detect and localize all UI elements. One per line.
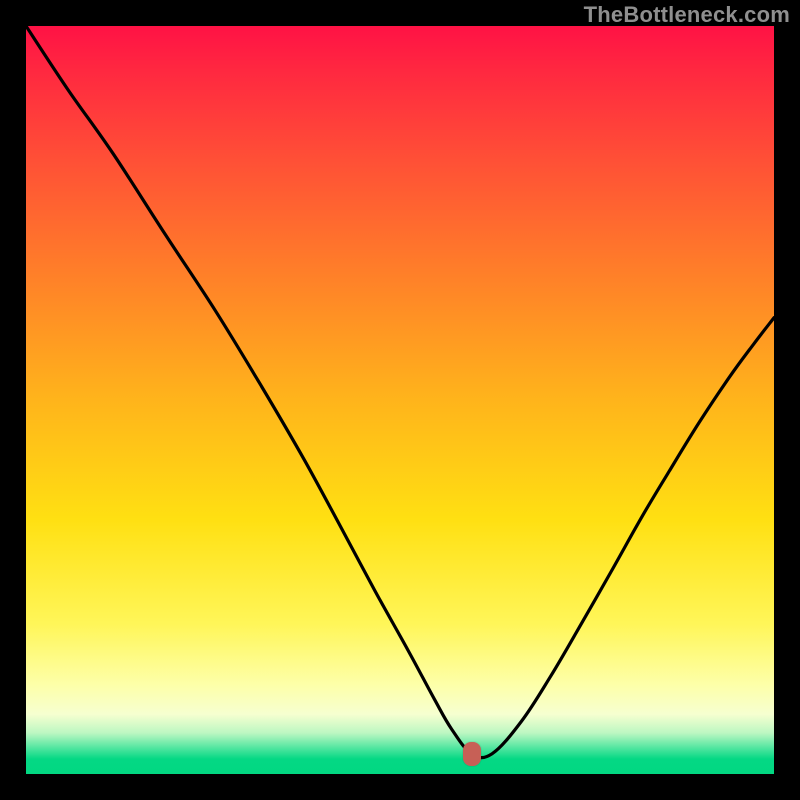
plot-background-gradient bbox=[26, 26, 774, 774]
plot-area bbox=[26, 26, 774, 774]
vertex-marker bbox=[463, 742, 481, 766]
watermark-label: TheBottleneck.com bbox=[584, 2, 790, 28]
chart-container: TheBottleneck.com bbox=[0, 0, 800, 800]
